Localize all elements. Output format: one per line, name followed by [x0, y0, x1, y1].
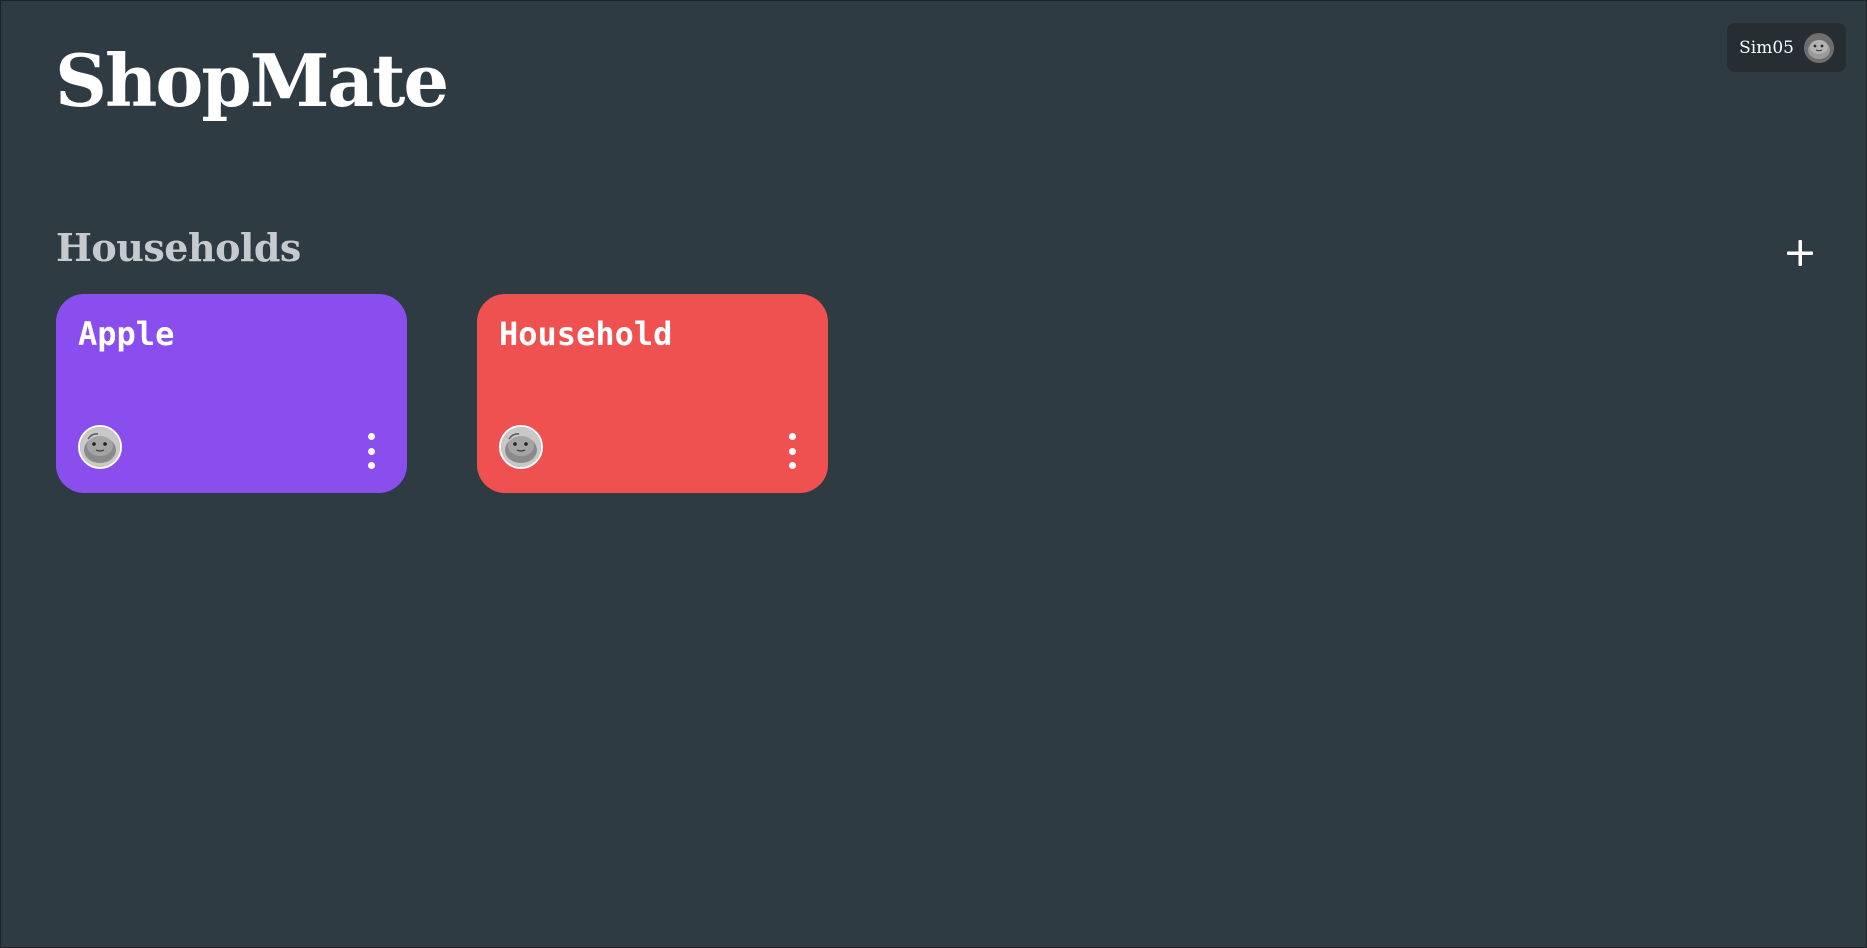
households-heading: Households	[56, 225, 301, 270]
household-card-title: Household	[499, 315, 673, 353]
plus-icon	[1782, 235, 1818, 271]
household-card-apple[interactable]: Apple	[56, 294, 407, 493]
more-vertical-icon	[788, 433, 796, 440]
households-list: Apple Household	[56, 294, 828, 493]
app-title: ShopMate	[55, 38, 449, 123]
add-household-button[interactable]	[1782, 235, 1818, 271]
household-menu-button[interactable]	[782, 433, 802, 469]
household-card-household[interactable]: Household	[477, 294, 828, 493]
household-card-title: Apple	[78, 315, 175, 353]
household-menu-button[interactable]	[361, 433, 381, 469]
user-name: Sim05	[1739, 37, 1794, 58]
more-vertical-icon	[367, 433, 375, 440]
app-page: ShopMate Sim05 Households Apple Househol…	[0, 0, 1867, 948]
user-menu-button[interactable]: Sim05	[1727, 23, 1846, 72]
member-avatar-icon	[499, 425, 543, 469]
member-avatar-icon	[78, 425, 122, 469]
user-avatar-icon	[1804, 32, 1834, 63]
